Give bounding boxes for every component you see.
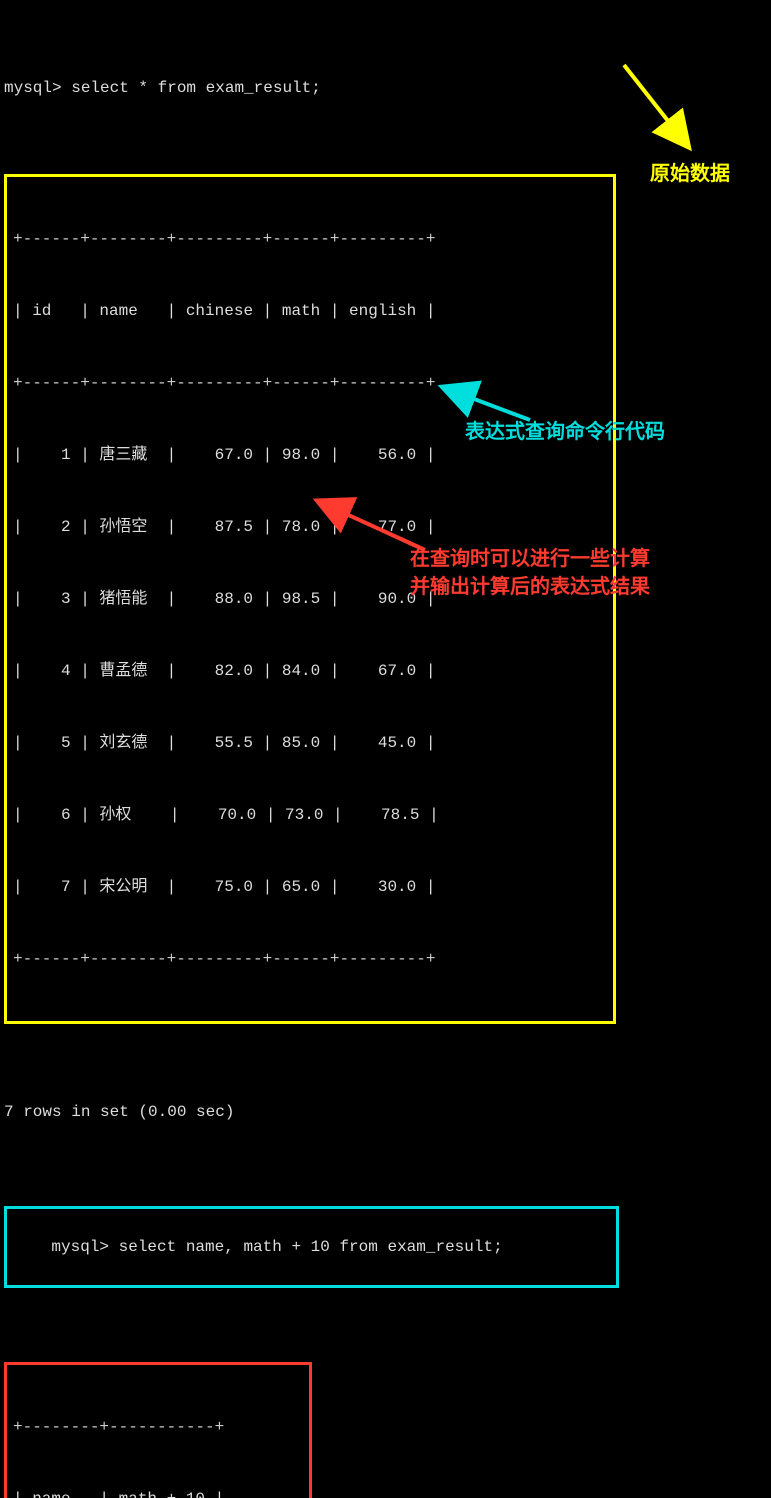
table2-header: | name | math + 10 | (13, 1487, 303, 1498)
annotation-red-line1: 在查询时可以进行一些计算 (410, 545, 650, 573)
table-row: | 1 | 唐三藏 | 67.0 | 98.0 | 56.0 | (13, 443, 607, 467)
sql-query-2: mysql> select name, math + 10 from exam_… (51, 1238, 502, 1256)
table1-border-mid: +------+--------+---------+------+------… (13, 371, 607, 395)
table-row: | 5 | 刘玄德 | 55.5 | 85.0 | 45.0 | (13, 731, 607, 755)
table1-header: | id | name | chinese | math | english | (13, 299, 607, 323)
table-row: | 4 | 曹孟德 | 82.0 | 84.0 | 67.0 | (13, 659, 607, 683)
table-row: | 6 | 孙权 | 70.0 | 73.0 | 78.5 | (13, 803, 607, 827)
result-table-2-box: +--------+-----------+ | name | math + 1… (4, 1362, 312, 1498)
sql-query-1: mysql> select * from exam_result; (4, 76, 767, 100)
table-row: | 7 | 宋公明 | 75.0 | 65.0 | 30.0 | (13, 875, 607, 899)
annotation-cyan: 表达式查询命令行代码 (465, 418, 665, 446)
sql-query-2-box: mysql> select name, math + 10 from exam_… (4, 1206, 619, 1288)
annotation-yellow: 原始数据 (650, 160, 730, 188)
result-footer-1: 7 rows in set (0.00 sec) (4, 1100, 767, 1124)
annotation-red: 在查询时可以进行一些计算 并输出计算后的表达式结果 (410, 545, 650, 601)
annotation-red-line2: 并输出计算后的表达式结果 (410, 573, 650, 601)
table-row: | 2 | 孙悟空 | 87.5 | 78.0 | 77.0 | (13, 515, 607, 539)
table1-border-bot: +------+--------+---------+------+------… (13, 947, 607, 971)
table1-border-top: +------+--------+---------+------+------… (13, 227, 607, 251)
table2-border-top: +--------+-----------+ (13, 1415, 303, 1439)
terminal-output: mysql> select * from exam_result; +-----… (0, 0, 771, 1498)
